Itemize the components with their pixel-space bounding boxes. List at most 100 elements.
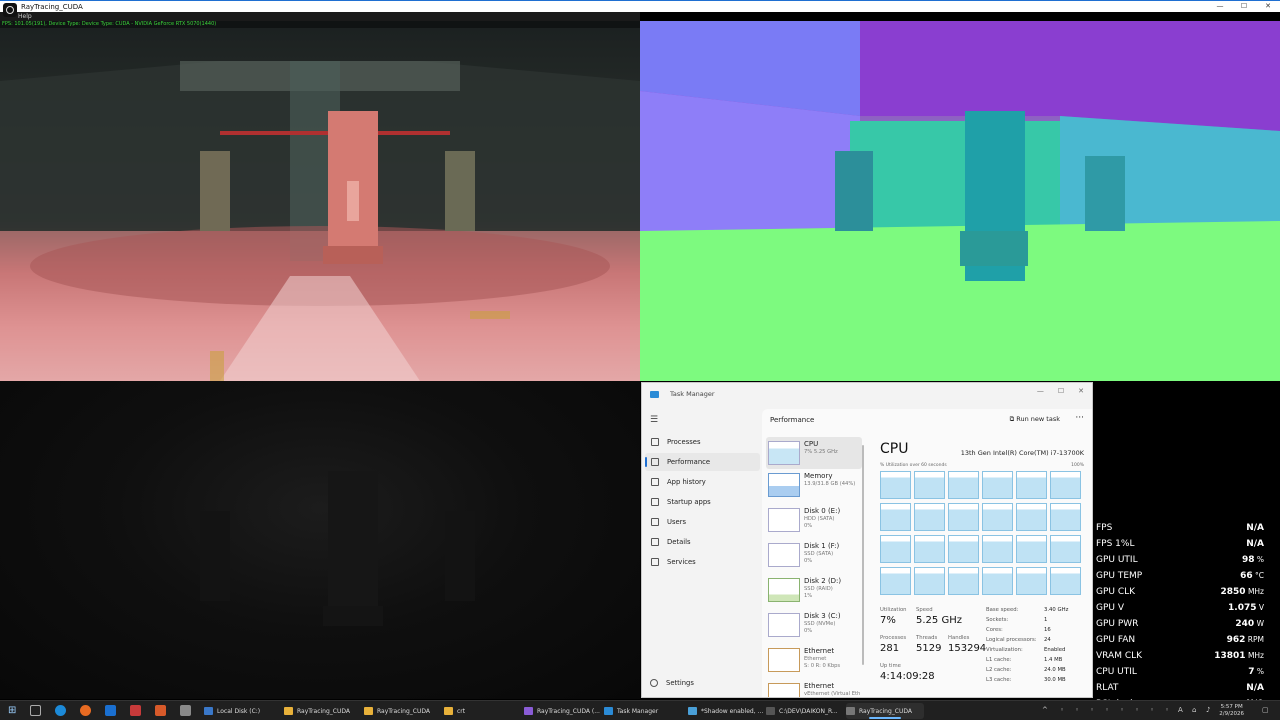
task-view-icon[interactable]	[30, 705, 41, 716]
window-titlebar[interactable]: RayTracing_CUDA — ☐ ✕	[0, 0, 1280, 17]
tm-maximize-button[interactable]: ☐	[1058, 387, 1064, 395]
task-manager-window[interactable]: Task Manager — ☐ ✕ ☰ Processes Performan…	[641, 382, 1093, 698]
disk-3-thumbnail	[768, 613, 800, 637]
overlay-value-number: 962	[1226, 635, 1246, 645]
logical-processor-graph	[948, 567, 979, 595]
resource-memory[interactable]: Memory 13.9/31.8 GB (44%)	[766, 469, 862, 501]
tray-app-icon-7[interactable]: ◦	[1150, 706, 1154, 714]
resource-disk-2[interactable]: Disk 2 (D:) SSD (RAID) 1%	[766, 574, 862, 606]
nav-settings[interactable]: Settings	[650, 679, 694, 687]
window-title: RayTracing_CUDA	[21, 2, 83, 11]
edge-browser-icon[interactable]	[55, 705, 66, 716]
more-options-icon[interactable]: ···	[1075, 413, 1084, 423]
minimize-button[interactable]: —	[1208, 1, 1232, 12]
app-icon-red[interactable]	[130, 705, 141, 716]
overlay-row: FPS N/A	[1094, 520, 1274, 536]
users-icon	[651, 518, 659, 526]
taskbar-window-button[interactable]: Task Manager	[604, 703, 682, 719]
overlay-row: GPU CLK 2850 MHz	[1094, 584, 1274, 600]
nav-services[interactable]: Services	[645, 553, 760, 571]
tray-app-icon-5[interactable]: ◦	[1120, 706, 1124, 714]
viewport-lit-render[interactable]	[0, 21, 640, 381]
resource-disk-3[interactable]: Disk 3 (C:) SSD (NVMe) 0%	[766, 609, 862, 641]
taskbar-window-button[interactable]: crt	[444, 703, 522, 719]
resource-cpu[interactable]: CPU 7% 5.25 GHz	[766, 437, 862, 469]
taskbar-window-label: Local Disk (C:)	[217, 707, 261, 715]
overlay-metric-value: 98 %	[1242, 555, 1264, 565]
taskbar-window-button[interactable]: Local Disk (C:)	[204, 703, 282, 719]
resource-disk-0[interactable]: Disk 0 (E:) HDD (SATA) 0%	[766, 504, 862, 536]
nav-app-history[interactable]: App history	[645, 473, 760, 491]
overlay-value-number: 2850	[1220, 587, 1246, 597]
nav-startup-apps[interactable]: Startup apps	[645, 493, 760, 511]
taskbar-window-button[interactable]: *Shadow enabled, ...	[688, 703, 766, 719]
logical-processor-graph	[880, 535, 911, 563]
tray-chevron-icon[interactable]: ^	[1042, 706, 1048, 714]
task-manager-nav: ☰ Processes Performance App history Star…	[642, 409, 762, 697]
nav-processes[interactable]: Processes	[645, 433, 760, 451]
firefox-icon[interactable]	[80, 705, 91, 716]
resource-ethernet-1[interactable]: Ethernet Ethernet S: 0 R: 0 Kbps	[766, 644, 862, 676]
app-icon-gray[interactable]	[180, 705, 191, 716]
overlay-metric-name: FPS	[1096, 523, 1113, 533]
tray-app-icon-4[interactable]: ◦	[1105, 706, 1109, 714]
tray-app-icon-3[interactable]: ◦	[1090, 706, 1094, 714]
notifications-icon[interactable]: ▢	[1262, 706, 1269, 714]
overlay-row: GPU FAN 962 RPM	[1094, 632, 1274, 648]
logical-processor-graph	[1016, 471, 1047, 499]
network-icon[interactable]: ⌂	[1192, 706, 1196, 714]
overlay-metric-value: N/A	[1246, 683, 1264, 693]
run-new-task-button[interactable]: ⧉ Run new task	[1010, 415, 1060, 424]
overlay-metric-name: GPU UTIL	[1096, 555, 1138, 565]
taskbar-window-label: C:\DEV\DAIKON_R...	[779, 707, 838, 715]
resource-disk-1[interactable]: Disk 1 (F:) SSD (SATA) 0%	[766, 539, 862, 571]
nav-performance[interactable]: Performance	[645, 453, 760, 471]
taskbar-window-button[interactable]: RayTracing_CUDA	[846, 703, 924, 719]
app-icon-orange[interactable]	[155, 705, 166, 716]
overlay-row: FPS 1%L N/A	[1094, 536, 1274, 552]
overlay-metric-name: GPU FAN	[1096, 635, 1136, 645]
input-indicator-text[interactable]: A	[1178, 706, 1183, 714]
overlay-value-unit: MHz	[1245, 651, 1264, 660]
tray-app-icon-8[interactable]: ◦	[1165, 706, 1169, 714]
taskbar: ⊞ Local Disk (C:) RayTracing_CUDA RayTraci…	[0, 700, 1280, 720]
overlay-metric-value: 66 °C	[1240, 571, 1264, 581]
taskbar-window-label: RayTracing_CUDA (...	[537, 707, 600, 715]
task-manager-titlebar[interactable]: Task Manager — ☐ ✕	[642, 383, 1092, 405]
overlay-value-unit: MHz	[1245, 587, 1264, 596]
processes-label: Processes	[880, 635, 907, 641]
tm-minimize-button[interactable]: —	[1037, 387, 1044, 395]
nav-users[interactable]: Users	[645, 513, 760, 531]
tm-close-button[interactable]: ✕	[1078, 387, 1084, 395]
tray-app-icon-2[interactable]: ◦	[1075, 706, 1079, 714]
volume-icon[interactable]: ♪	[1206, 706, 1210, 714]
taskbar-window-button[interactable]: RayTracing_CUDA (...	[524, 703, 602, 719]
start-button-icon[interactable]: ⊞	[8, 705, 19, 716]
disk-2-thumbnail	[768, 578, 800, 602]
tray-app-icon-1[interactable]: ◦	[1060, 706, 1064, 714]
store-icon[interactable]	[105, 705, 116, 716]
gear-icon	[650, 679, 658, 687]
screen: RayTracing_CUDA — ☐ ✕ Help FPS: 101.05(1…	[0, 0, 1280, 720]
viewport-shadow-render[interactable]	[0, 381, 640, 699]
window-app-icon	[846, 707, 855, 715]
speed-label: Speed	[916, 607, 933, 613]
taskbar-window-button[interactable]: C:\DEV\DAIKON_R...	[766, 703, 844, 719]
resource-ethernet-2[interactable]: Ethernet vEthernet (Virtual Eth	[766, 679, 862, 697]
spec-label: Cores:	[986, 627, 1003, 633]
maximize-button[interactable]: ☐	[1232, 1, 1256, 12]
clock[interactable]: 5:57 PM 2/9/2026	[1219, 704, 1244, 718]
close-button[interactable]: ✕	[1256, 1, 1280, 12]
taskbar-window-button[interactable]: RayTracing_CUDA	[364, 703, 442, 719]
utilization-label: Utilization	[880, 607, 907, 613]
viewport-normals-render[interactable]	[640, 21, 1280, 381]
nav-details[interactable]: Details	[645, 533, 760, 551]
overlay-value-number: 240	[1235, 619, 1255, 629]
menu-help[interactable]: Help	[18, 13, 32, 20]
taskbar-window-button[interactable]: RayTracing_CUDA	[284, 703, 362, 719]
tray-app-icon-6[interactable]: ◦	[1135, 706, 1139, 714]
hamburger-menu-icon[interactable]: ☰	[650, 415, 658, 425]
resource-list-scrollbar[interactable]	[862, 445, 864, 665]
spec-label: Virtualization:	[986, 647, 1023, 653]
logical-processor-graph	[982, 535, 1013, 563]
